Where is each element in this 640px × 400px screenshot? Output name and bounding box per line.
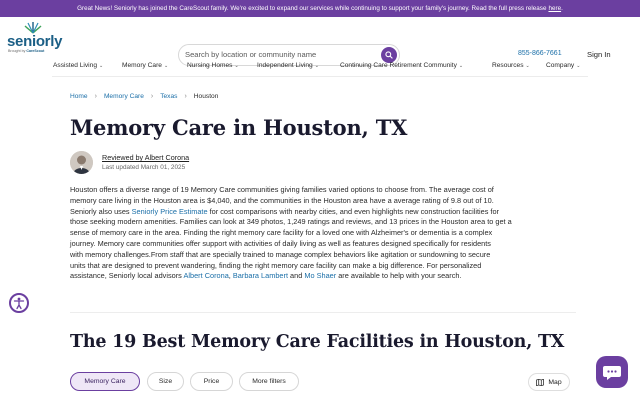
banner-link[interactable]: here [548,5,561,12]
main-nav: Assisted Living ⌄ Memory Care ⌄ Nursing Ho… [0,58,640,76]
intro-link-albert-corona[interactable]: Albert Corona [183,271,228,280]
filter-price[interactable]: Price [190,372,233,391]
accessibility-button[interactable] [9,293,29,313]
logo[interactable]: seniorly Brought by CareScout [7,21,67,53]
nav-item-assisted-living[interactable]: Assisted Living ⌄ [53,62,103,69]
chat-icon [603,366,621,380]
banner-end: . [561,5,563,12]
nav-item-memory-care[interactable]: Memory Care ⌄ [122,62,168,69]
map-button[interactable]: Map [528,373,570,391]
breadcrumb-memory-care[interactable]: Memory Care [104,93,144,100]
chevron-down-icon: ⌄ [234,63,239,69]
nav-item-ccrc[interactable]: Continuing Care Retirement Community ⌄ [340,62,463,69]
last-updated: Last updated March 01, 2025 [102,164,186,171]
nav-item-nursing-homes[interactable]: Nursing Homes ⌄ [187,62,239,69]
intro-link-barbara-lambert[interactable]: Barbara Lambert [233,271,288,280]
intro-line: with memory challenges.From staff that a… [70,249,491,259]
nav-item-company[interactable]: Company ⌄ [546,62,580,69]
logo-wordmark: seniorly [7,33,63,50]
intro-paragraph: Houston offers a diverse range of 19 Mem… [70,185,576,282]
intro-line: Seniorly also uses Seniorly Price Estima… [70,206,500,216]
avatar [70,151,93,174]
filter-more[interactable]: More filters [239,372,299,391]
intro-line: assistance, Seniorly local advisors Albe… [70,271,462,281]
chevron-down-icon: ⌄ [98,63,104,69]
chevron-down-icon: ⌄ [576,63,581,69]
breadcrumb-texas[interactable]: Texas [160,93,177,100]
chevron-down-icon: ⌄ [525,63,530,69]
section-divider [70,312,576,313]
breadcrumb-current: Houston [193,93,219,100]
chevron-right-icon: › [94,93,97,100]
chat-button[interactable] [596,356,628,388]
reviewed-by-link[interactable]: Reviewed by Albert Corona [102,153,189,162]
map-icon [536,378,545,386]
intro-line: journey. Memory care communities offer s… [70,238,491,248]
phone-number[interactable]: 855-866-7661 [518,50,562,57]
chevron-right-icon: › [150,93,154,100]
breadcrumb: Home › Memory Care › Texas › Houston [70,93,218,100]
chevron-down-icon: ⌄ [458,63,464,69]
map-button-label: Map [548,378,562,386]
accessibility-icon [13,297,25,310]
logo-subline: Brought by CareScout [8,49,45,53]
intro-line: Houston offers a diverse range of 19 Mem… [70,185,494,194]
nav-item-independent-living[interactable]: Independent Living ⌄ [257,62,319,69]
filter-size[interactable]: Size [147,372,184,391]
intro-link-seniorly-price-estimate[interactable]: Seniorly Price Estimate [132,207,208,216]
intro-line: memory care living in the Houston area i… [70,195,494,205]
intro-line: those seeking modern amenities. Families… [70,217,512,227]
banner-text: Great News! Seniorly has joined the Care… [77,5,547,12]
site-header: seniorly Brought by CareScout Search by … [0,17,640,66]
page-title: Memory Care in Houston, TX [70,115,408,140]
nav-item-resources[interactable]: Resources ⌄ [492,62,530,69]
announcement-banner: Great News! Seniorly has joined the Care… [0,0,640,17]
nav-divider [52,76,588,77]
breadcrumb-home[interactable]: Home [70,93,88,100]
intro-link-mo-shaer[interactable]: Mo Shaer [304,271,336,280]
intro-line: units that are designed to prevent wande… [70,260,482,270]
intro-line: sense of memory care in the area. Findin… [70,228,493,238]
filter-memory-care[interactable]: Memory Care [70,372,140,391]
chevron-right-icon: › [184,93,187,100]
chevron-down-icon: ⌄ [314,63,319,69]
section-title: The 19 Best Memory Care Facilities in Ho… [70,332,565,352]
author-block: Reviewed by Albert Corona Last updated M… [70,151,270,175]
chevron-down-icon: ⌄ [163,63,169,69]
